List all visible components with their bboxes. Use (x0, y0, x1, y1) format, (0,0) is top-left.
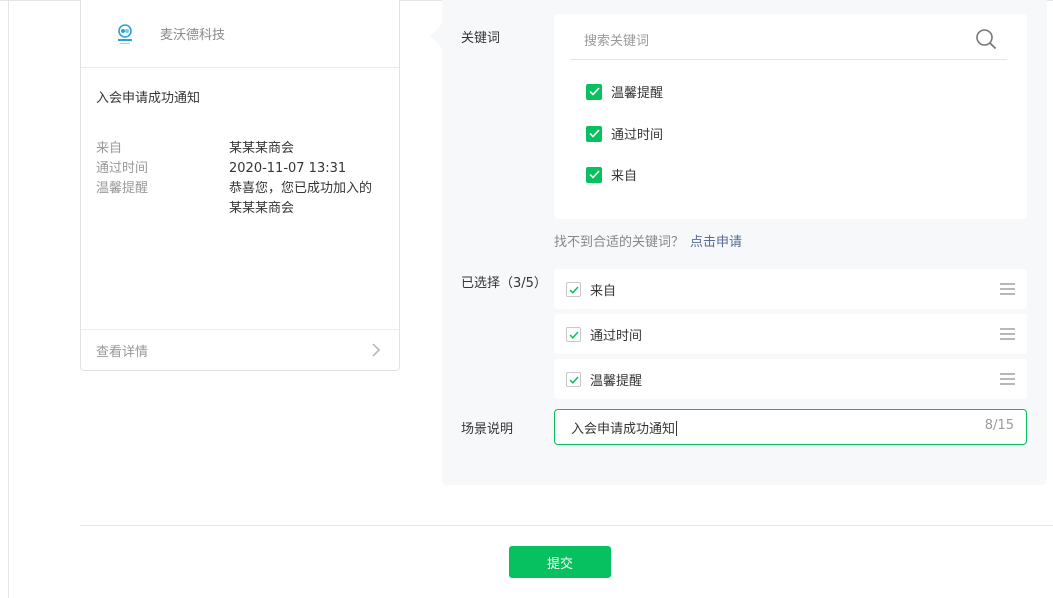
keyword-picker: 温馨提醒 通过时间 来自 (554, 14, 1027, 219)
scene-description-value: 入会申请成功通知 (571, 418, 678, 437)
keyword-option[interactable]: 温馨提醒 (586, 82, 663, 101)
selected-checkbox[interactable] (566, 282, 581, 297)
keyword-option-label: 来自 (611, 169, 638, 184)
view-details-label: 查看详情 (96, 345, 149, 360)
drag-handle-icon[interactable] (1000, 372, 1015, 386)
hint-text: 找不到合适的关键词？ (554, 235, 685, 250)
keyword-option-label: 温馨提醒 (611, 86, 664, 101)
checkmark-icon (588, 87, 600, 96)
logo-icon (118, 24, 132, 44)
drag-handle-icon[interactable] (1000, 327, 1015, 341)
keyword-checkbox[interactable] (586, 166, 602, 183)
selected-item[interactable]: 温馨提醒 (554, 359, 1027, 399)
brand-name: 麦沃德科技 (160, 28, 226, 43)
keyword-checkbox[interactable] (586, 83, 602, 100)
scene-text: 入会申请成功通知 (571, 422, 676, 437)
selected-checkbox[interactable] (566, 372, 581, 387)
text-caret (676, 421, 678, 436)
selected-item-label: 来自 (590, 284, 617, 299)
panel-pointer (430, 24, 442, 48)
checkmark-icon (568, 330, 579, 339)
message-title: 入会申请成功通知 (96, 91, 201, 106)
message-fields: 来自 某某某商会 通过时间 2020-11-07 13:31 温馨提醒 恭喜您，… (96, 139, 386, 219)
keyword-checkbox[interactable] (586, 125, 602, 142)
left-border (8, 0, 9, 598)
view-details-link[interactable]: 查看详情 (81, 329, 399, 370)
drag-handle-icon[interactable] (1000, 282, 1015, 296)
field-row: 温馨提醒 恭喜您，您已成功加入的某某某商会 (96, 179, 386, 219)
field-value: 2020-11-07 13:31 (229, 161, 347, 176)
card-header: 麦沃德科技 (81, 0, 399, 68)
search-icon[interactable] (975, 28, 997, 50)
selected-label: 已选择（3/5） (461, 276, 547, 291)
checkmark-icon (588, 129, 600, 138)
keyword-option[interactable]: 通过时间 (586, 124, 663, 143)
field-key: 通过时间 (96, 161, 149, 176)
field-key: 温馨提醒 (96, 181, 149, 196)
selected-checkbox[interactable] (566, 327, 581, 342)
checkmark-icon (588, 170, 600, 179)
selected-item-label: 通过时间 (590, 329, 643, 344)
keyword-search-input[interactable] (570, 24, 1007, 60)
keyword-label: 关键词 (461, 31, 501, 46)
selected-item[interactable]: 通过时间 (554, 314, 1027, 354)
field-key: 来自 (96, 141, 123, 156)
scene-label: 场景说明 (461, 422, 514, 437)
submit-button[interactable]: 提交 (509, 546, 611, 578)
footer-divider (80, 525, 1053, 526)
keyword-option[interactable]: 来自 (586, 165, 637, 184)
selected-item[interactable]: 来自 (554, 269, 1027, 309)
field-row: 通过时间 2020-11-07 13:31 (96, 159, 386, 179)
keyword-hint: 找不到合适的关键词？ 点击申请 (554, 231, 742, 250)
field-value: 恭喜您，您已成功加入的某某某商会 (229, 181, 373, 216)
keyword-option-label: 通过时间 (611, 128, 664, 143)
char-counter: 8/15 (984, 418, 1014, 433)
selected-item-label: 温馨提醒 (590, 374, 643, 389)
field-row: 来自 某某某商会 (96, 139, 386, 159)
message-preview-card: 麦沃德科技 入会申请成功通知 来自 某某某商会 通过时间 2020-11-07 … (80, 0, 400, 371)
apply-keyword-link[interactable]: 点击申请 (690, 235, 742, 250)
scene-description-input[interactable]: 入会申请成功通知 8/15 (554, 409, 1027, 445)
checkmark-icon (568, 375, 579, 384)
chevron-right-icon (372, 343, 381, 357)
field-value: 某某某商会 (229, 141, 295, 156)
checkmark-icon (568, 285, 579, 294)
